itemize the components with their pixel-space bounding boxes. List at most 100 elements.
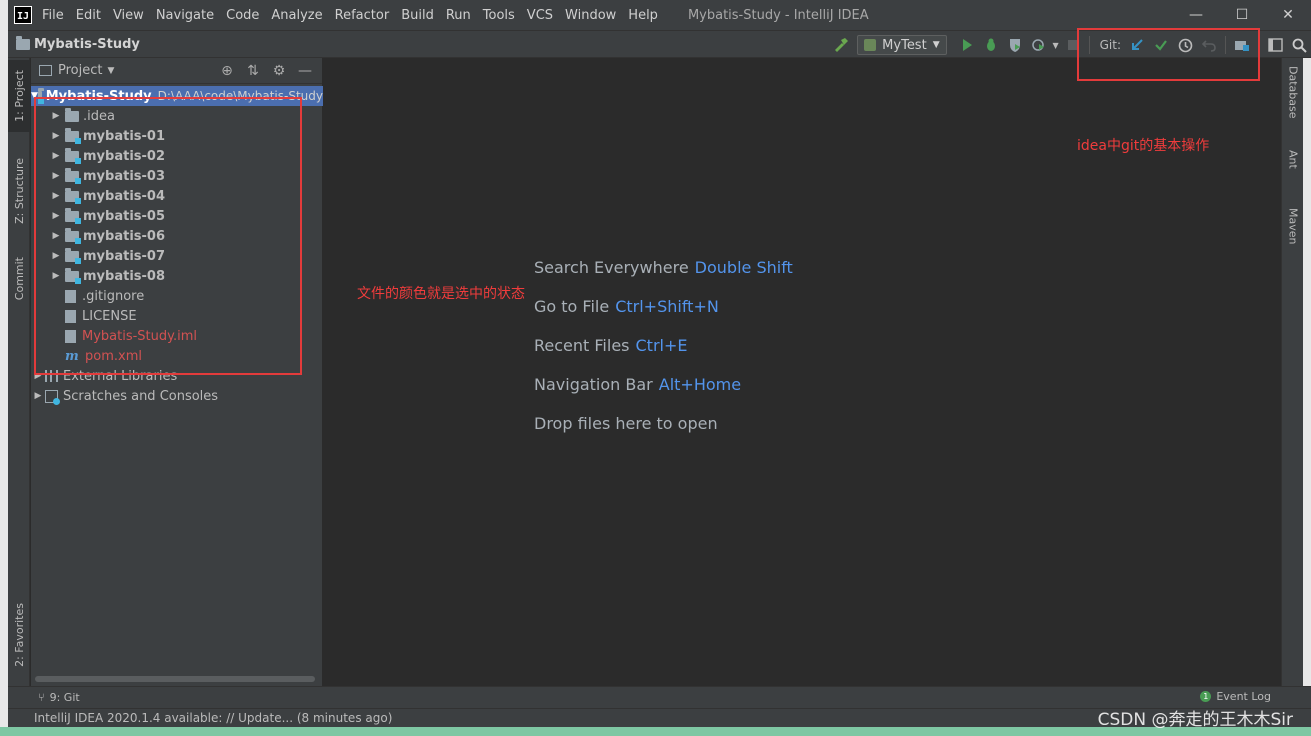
title-bar: IJ File Edit View Navigate Code Analyze … — [8, 0, 1311, 30]
menu-analyze[interactable]: Analyze — [271, 8, 322, 23]
menu-tools[interactable]: Tools — [483, 8, 515, 23]
tree-item-label: Scratches and Consoles — [63, 388, 219, 404]
menu-file[interactable]: File — [42, 8, 64, 23]
tree-item-label: mybatis-01 — [83, 128, 165, 144]
git-label: Git: — [1099, 38, 1121, 52]
menu-code[interactable]: Code — [226, 8, 259, 23]
tree-row-scratches[interactable]: ▶ Scratches and Consoles — [31, 386, 323, 406]
project-view-select[interactable]: Project — [58, 63, 102, 78]
tab-maven[interactable]: Maven — [1282, 208, 1304, 268]
project-tree: ▼ Mybatis-Study D:\AAA\code\Mybatis-Stud… — [31, 86, 323, 406]
run-icon[interactable] — [955, 33, 979, 57]
tree-row[interactable]: ▶ mybatis-06 — [31, 226, 323, 246]
project-panel-header: Project ▼ ⊕ ⇅ ⚙ — — [31, 58, 322, 84]
collapsed-arrow-icon[interactable]: ▶ — [49, 271, 63, 281]
tree-row[interactable]: .gitignore — [31, 286, 323, 306]
collapsed-arrow-icon[interactable]: ▶ — [31, 371, 45, 381]
presentation-mode-icon[interactable] — [1263, 33, 1287, 57]
module-folder-icon — [37, 87, 44, 104]
tab-commit[interactable]: Commit — [8, 244, 30, 314]
menu-help[interactable]: Help — [628, 8, 658, 23]
event-log-button[interactable]: 1 Event Log — [1200, 690, 1271, 703]
window-controls: — ☐ ✕ — [1173, 0, 1311, 30]
git-update-icon[interactable] — [1125, 33, 1149, 57]
build-hammer-icon[interactable] — [829, 33, 853, 57]
tree-row[interactable]: ▶ mybatis-03 — [31, 166, 323, 186]
collapsed-arrow-icon[interactable]: ▶ — [49, 251, 63, 261]
chevron-down-icon[interactable]: ▼ — [1051, 33, 1061, 57]
stop-icon[interactable] — [1061, 33, 1085, 57]
debug-bug-icon[interactable] — [979, 33, 1003, 57]
search-icon[interactable] — [1287, 33, 1311, 57]
tree-row[interactable]: ▶ mybatis-08 — [31, 266, 323, 286]
gear-icon[interactable]: ⚙ — [266, 63, 292, 79]
chevron-down-icon: ▼ — [932, 40, 940, 50]
status-message[interactable]: IntelliJ IDEA 2020.1.4 available: // Upd… — [34, 711, 392, 725]
tab-maven-label: Maven — [1286, 208, 1300, 245]
tree-row[interactable]: ▶ mybatis-05 — [31, 206, 323, 226]
menu-window[interactable]: Window — [565, 8, 616, 23]
maven-icon: m — [65, 348, 79, 364]
maximize-button[interactable]: ☐ — [1219, 0, 1265, 30]
profile-icon[interactable] — [1027, 33, 1051, 57]
tree-item-label: .gitignore — [82, 288, 145, 304]
collapsed-arrow-icon[interactable]: ▶ — [49, 151, 63, 161]
collapsed-arrow-icon[interactable]: ▶ — [49, 171, 63, 181]
git-commit-check-icon[interactable] — [1149, 33, 1173, 57]
intellij-logo-icon: IJ — [14, 6, 32, 24]
git-rollback-icon[interactable] — [1197, 33, 1221, 57]
tab-database[interactable]: Database — [1282, 66, 1304, 146]
menu-run[interactable]: Run — [446, 8, 471, 23]
menu-edit[interactable]: Edit — [76, 8, 101, 23]
module-folder-icon — [65, 187, 81, 204]
tree-row[interactable]: Mybatis-Study.iml — [31, 326, 323, 346]
tree-row[interactable]: ▶ mybatis-04 — [31, 186, 323, 206]
hint-shortcut: Alt+Home — [658, 375, 742, 394]
tree-row-external-libraries[interactable]: ▶ External Libraries — [31, 366, 323, 386]
horizontal-scrollbar[interactable] — [35, 676, 315, 682]
tree-row[interactable]: ▶ .idea — [31, 106, 323, 126]
tree-row[interactable]: m pom.xml — [31, 346, 323, 366]
tab-git[interactable]: ⑂ 9: Git — [38, 691, 80, 704]
tree-row[interactable]: ▶ mybatis-07 — [31, 246, 323, 266]
collapse-all-icon[interactable]: ⇅ — [240, 63, 266, 79]
git-history-clock-icon[interactable] — [1173, 33, 1197, 57]
folder-icon — [16, 35, 30, 50]
tab-structure[interactable]: Z: Structure — [8, 146, 30, 236]
collapsed-arrow-icon[interactable]: ▶ — [49, 111, 63, 121]
tree-row[interactable]: ▶ mybatis-01 — [31, 126, 323, 146]
run-configuration-select[interactable]: MyTest ▼ — [857, 35, 947, 55]
tree-item-label: mybatis-02 — [83, 148, 165, 164]
tree-root-path: D:\AAA\code\Mybatis-Study — [157, 89, 323, 103]
collapsed-arrow-icon[interactable]: ▶ — [49, 211, 63, 221]
tab-project[interactable]: 1: Project — [8, 60, 30, 132]
coverage-icon[interactable] — [1003, 33, 1027, 57]
tree-root-row[interactable]: ▼ Mybatis-Study D:\AAA\code\Mybatis-Stud… — [31, 86, 323, 106]
hint-search-everywhere: Search Everywhere Double Shift — [534, 258, 793, 277]
tab-favorites[interactable]: 2: Favorites — [8, 592, 30, 678]
module-folder-icon — [65, 207, 81, 224]
menu-build[interactable]: Build — [401, 8, 434, 23]
hint-label: Go to File — [534, 297, 610, 316]
tab-ant[interactable]: Ant — [1282, 150, 1304, 190]
file-icon — [65, 329, 76, 343]
chevron-down-icon[interactable]: ▼ — [107, 66, 114, 76]
project-structure-icon[interactable] — [1230, 33, 1254, 57]
menu-vcs[interactable]: VCS — [527, 8, 553, 23]
collapsed-arrow-icon[interactable]: ▶ — [49, 131, 63, 141]
breadcrumb[interactable]: Mybatis-Study — [16, 35, 140, 52]
locate-target-icon[interactable]: ⊕ — [214, 63, 240, 79]
collapsed-arrow-icon[interactable]: ▶ — [49, 231, 63, 241]
close-window-button[interactable]: ✕ — [1265, 0, 1311, 30]
collapsed-arrow-icon[interactable]: ▶ — [49, 191, 63, 201]
minimize-button[interactable]: — — [1173, 0, 1219, 30]
tab-git-label: 9: Git — [49, 691, 80, 704]
menu-navigate[interactable]: Navigate — [156, 8, 214, 23]
menu-refactor[interactable]: Refactor — [335, 8, 390, 23]
hide-minus-icon[interactable]: — — [292, 63, 318, 79]
menu-view[interactable]: View — [113, 8, 144, 23]
toolbar-separator — [1225, 36, 1226, 54]
tree-row[interactable]: LICENSE — [31, 306, 323, 326]
collapsed-arrow-icon[interactable]: ▶ — [31, 391, 45, 401]
tree-row[interactable]: ▶ mybatis-02 — [31, 146, 323, 166]
